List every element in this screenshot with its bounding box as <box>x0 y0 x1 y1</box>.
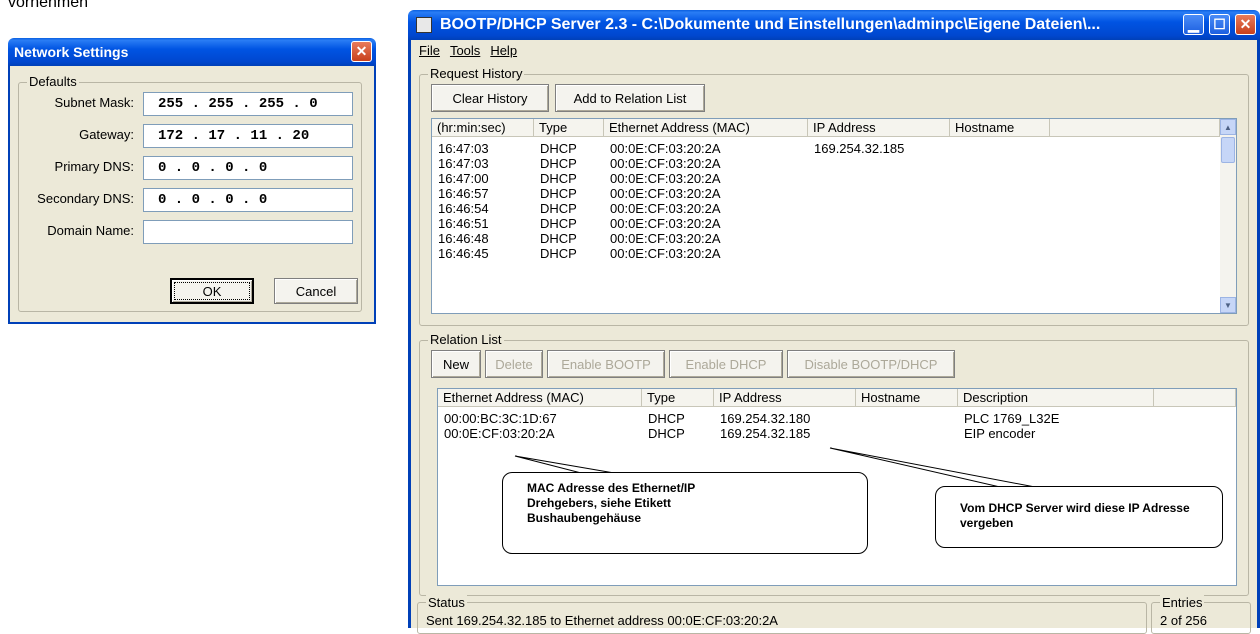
mac-callout-text: MAC Adresse des Ethernet/IP Drehgebers, … <box>527 481 696 525</box>
mac-callout: MAC Adresse des Ethernet/IP Drehgebers, … <box>502 472 868 554</box>
ip-callout: Vom DHCP Server wird diese IP Adresse ve… <box>935 486 1223 548</box>
ip-callout-text: Vom DHCP Server wird diese IP Adresse ve… <box>960 501 1190 530</box>
